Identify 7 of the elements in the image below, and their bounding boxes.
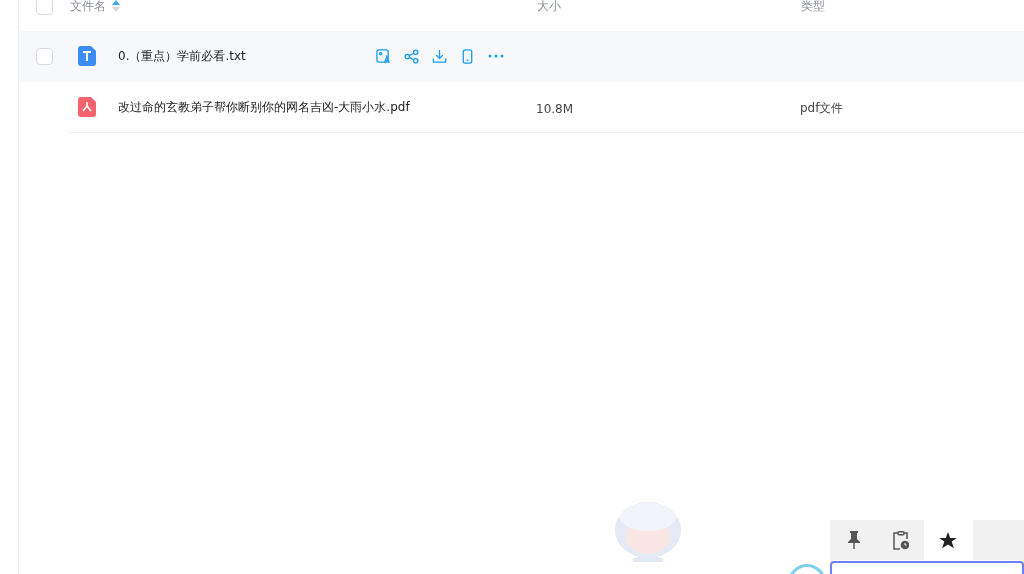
file-name[interactable]: 改过命的玄教弟子帮你断别你的网名吉凶-大雨小水.pdf (118, 98, 410, 116)
column-header[interactable]: 大小 (537, 0, 561, 13)
file-type: pdf文件 (800, 101, 844, 115)
column-header[interactable]: 类型 (801, 0, 825, 13)
file-name[interactable]: 0.（重点）学前必看.txt (118, 47, 246, 65)
column-header[interactable]: 文件名 (70, 0, 106, 15)
file-size: 10.8M (536, 101, 574, 116)
